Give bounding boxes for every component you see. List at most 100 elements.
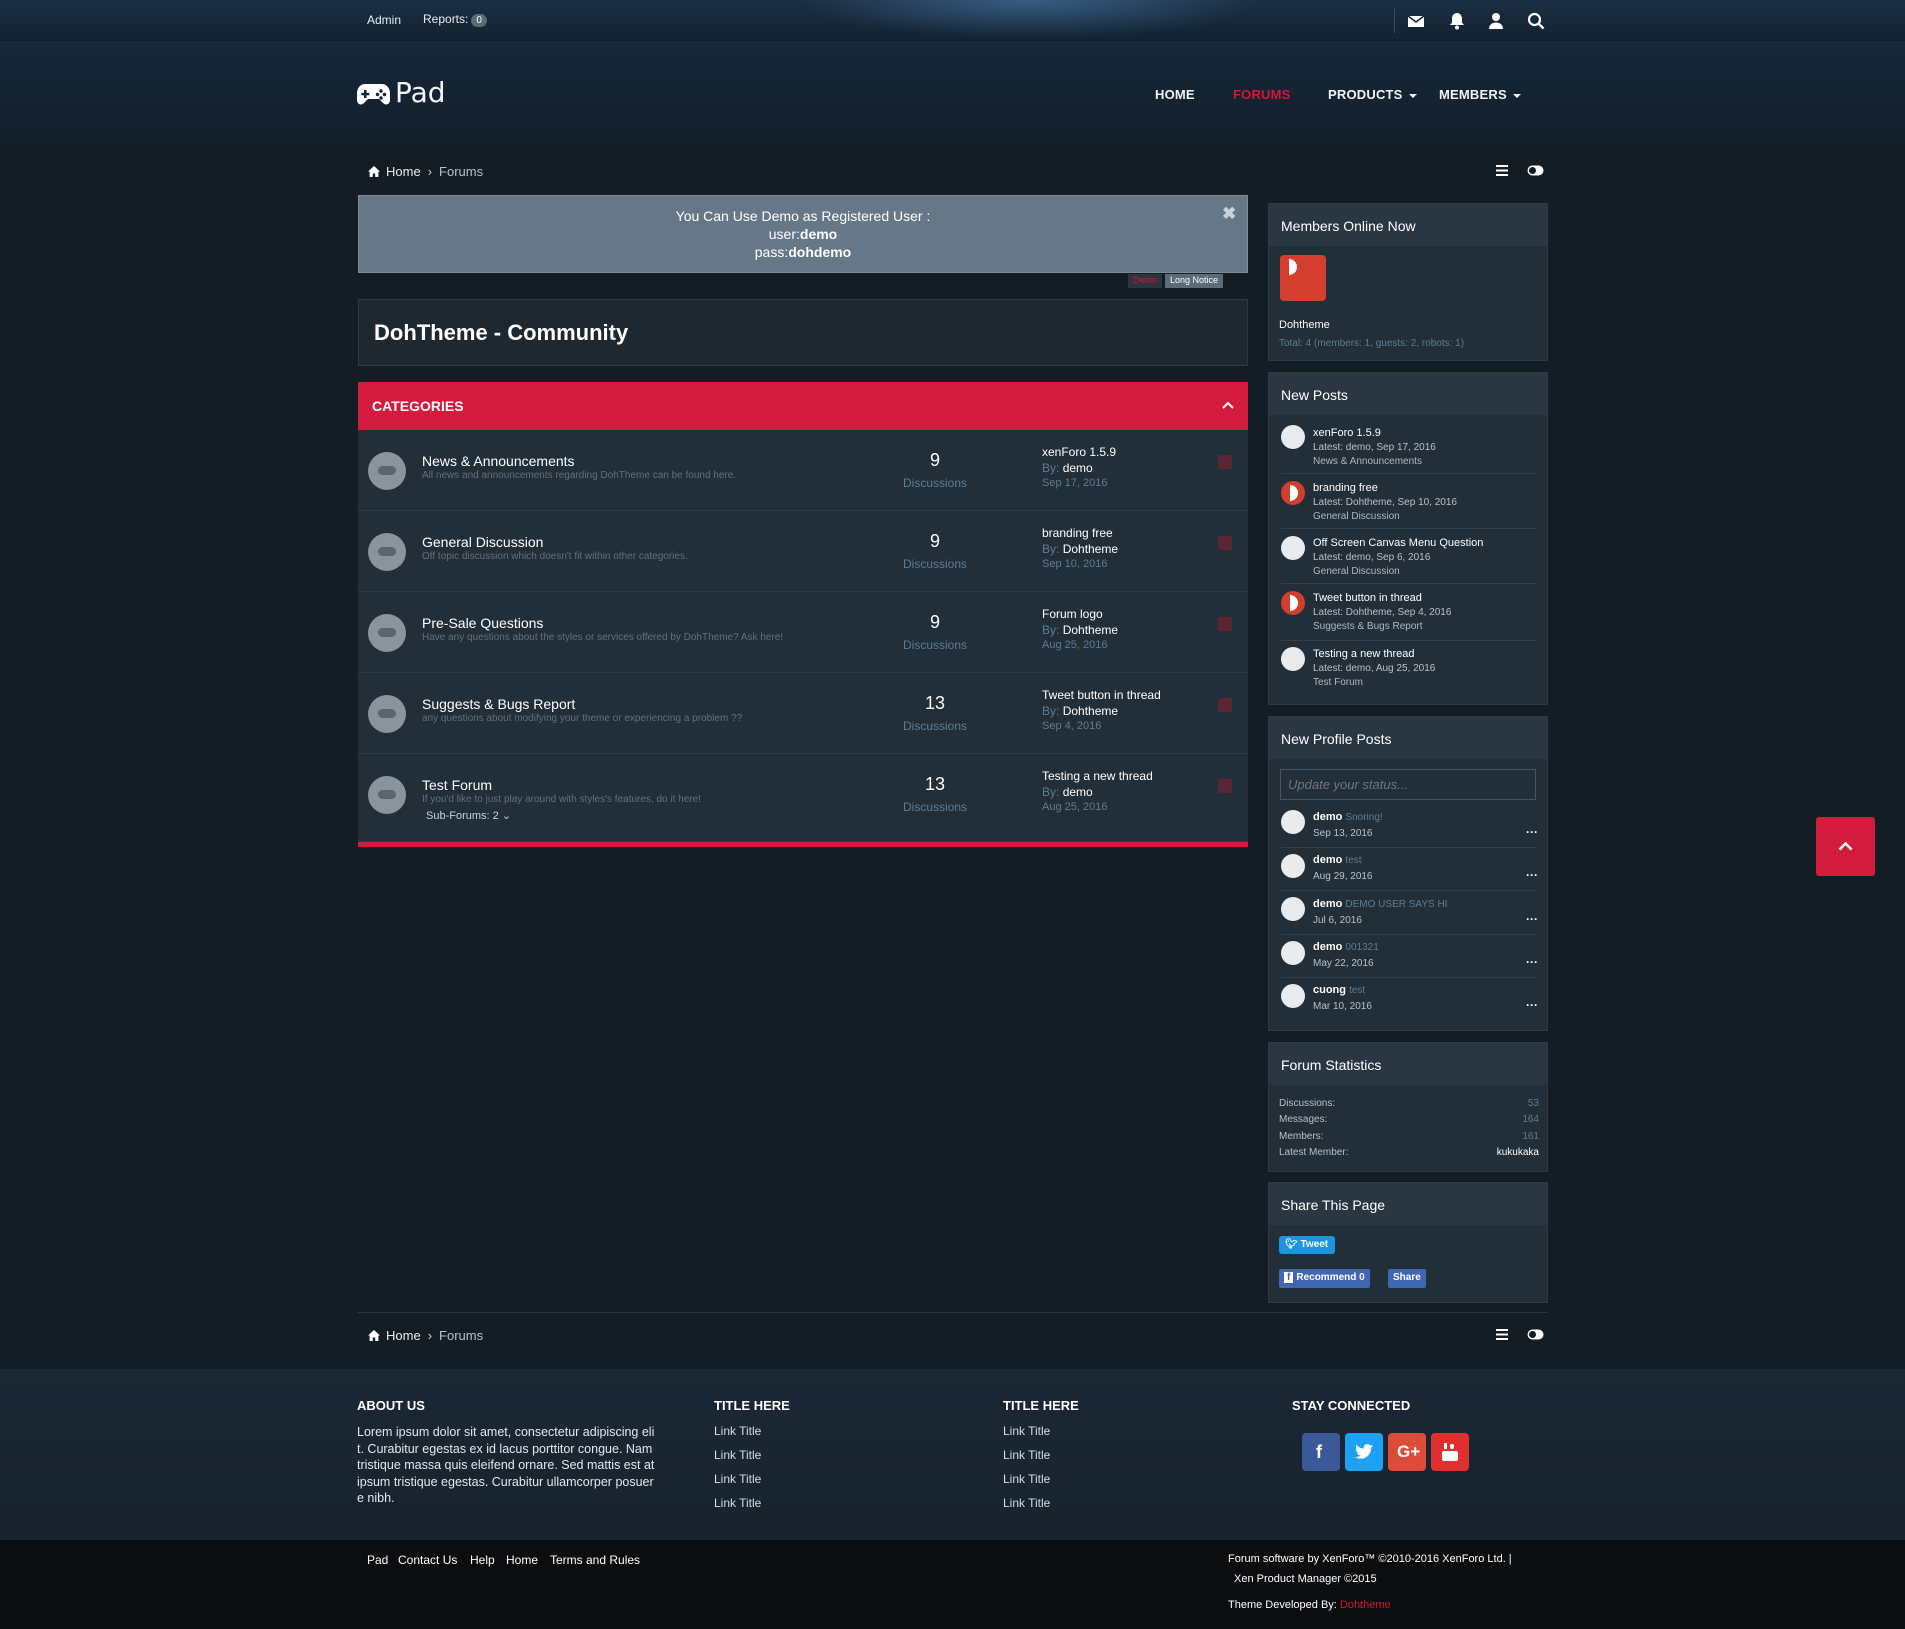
reports-link[interactable]: Reports: 0 xyxy=(423,12,487,27)
member-name[interactable]: Dohtheme xyxy=(1279,319,1330,331)
avatar[interactable] xyxy=(1281,647,1305,671)
youtube-button[interactable] xyxy=(1431,1433,1469,1471)
breadcrumb-current[interactable]: Forums xyxy=(439,1328,483,1343)
last-post-title[interactable]: branding free xyxy=(1042,526,1113,540)
nav-forums[interactable]: FORUMS xyxy=(1233,87,1291,102)
new-post-item[interactable]: Off Screen Canvas Menu Question Latest: d… xyxy=(1313,536,1483,580)
profile-post-item[interactable]: cuong test Mar 10, 2016 xyxy=(1313,982,1372,1015)
copyright-link-home[interactable]: Home xyxy=(506,1553,538,1567)
profile-post-item[interactable]: demo DEMO USER SAYS HI Jul 6, 2016 xyxy=(1313,896,1447,929)
footer-link[interactable]: Link Title xyxy=(1003,1448,1050,1462)
toggle-icon[interactable] xyxy=(1527,1329,1544,1340)
last-post-user[interactable]: Dohtheme xyxy=(1063,623,1118,637)
new-post-item[interactable]: Testing a new thread Latest: demo, Aug 25… xyxy=(1313,647,1435,691)
copyright-link-contact[interactable]: Contact Us xyxy=(398,1553,457,1567)
notice-tab-demo[interactable]: Demo xyxy=(1128,274,1163,288)
forum-title[interactable]: Test Forum xyxy=(422,777,492,793)
footer-link[interactable]: Link Title xyxy=(714,1448,761,1462)
list-menu-icon[interactable] xyxy=(1496,165,1508,176)
envelope-icon[interactable] xyxy=(1406,11,1426,31)
sub-forums-toggle[interactable]: Sub-Forums: 2 ⌄ xyxy=(426,809,511,822)
toggle-icon[interactable] xyxy=(1527,165,1544,176)
forum-title[interactable]: Pre-Sale Questions xyxy=(422,615,543,631)
logo-text[interactable]: Pad xyxy=(395,76,446,109)
search-icon[interactable] xyxy=(1526,11,1546,31)
gamepad-logo-icon[interactable] xyxy=(357,82,390,106)
forum-title[interactable]: News & Announcements xyxy=(422,453,575,469)
chevron-up-icon[interactable] xyxy=(1222,401,1234,409)
footer-link[interactable]: Link Title xyxy=(714,1424,761,1438)
last-post-user[interactable]: demo xyxy=(1063,785,1093,799)
bell-icon[interactable] xyxy=(1447,11,1467,31)
avatar[interactable] xyxy=(1281,591,1305,615)
avatar[interactable] xyxy=(1281,481,1305,505)
avatar[interactable] xyxy=(1281,425,1305,449)
avatar[interactable] xyxy=(1281,536,1305,560)
profile-post-item[interactable]: demo test Aug 29, 2016 xyxy=(1313,852,1373,885)
rss-icon[interactable] xyxy=(1218,536,1232,550)
more-options-icon[interactable]: ··· xyxy=(1526,955,1538,969)
rss-icon[interactable] xyxy=(1218,779,1232,793)
rss-icon[interactable] xyxy=(1218,698,1232,712)
new-post-item[interactable]: branding free Latest: Dohtheme, Sep 10, 2… xyxy=(1313,481,1457,525)
theme-dev-link[interactable]: Dohtheme xyxy=(1340,1599,1391,1611)
more-options-icon[interactable]: ··· xyxy=(1526,912,1538,926)
nav-members[interactable]: MEMBERS xyxy=(1439,87,1521,102)
back-to-top-button[interactable] xyxy=(1816,817,1875,876)
forum-row[interactable]: Test Forum If you'd like to just play ar… xyxy=(358,754,1248,842)
avatar[interactable] xyxy=(1281,897,1305,921)
member-avatar[interactable] xyxy=(1280,255,1326,301)
twitter-button[interactable] xyxy=(1345,1433,1383,1471)
new-post-item[interactable]: xenForo 1.5.9 Latest: demo, Sep 17, 2016 N… xyxy=(1313,426,1436,470)
forum-row[interactable]: Pre-Sale Questions Have any questions ab… xyxy=(358,592,1248,673)
last-post-title[interactable]: Testing a new thread xyxy=(1042,769,1153,783)
more-options-icon[interactable]: ··· xyxy=(1526,998,1538,1012)
last-post-title[interactable]: Forum logo xyxy=(1042,607,1103,621)
footer-link[interactable]: Link Title xyxy=(1003,1496,1050,1510)
last-post-user[interactable]: Dohtheme xyxy=(1063,704,1118,718)
avatar[interactable] xyxy=(1281,984,1305,1008)
nav-home[interactable]: HOME xyxy=(1155,87,1195,102)
forum-row[interactable]: General Discussion Off topic discussion … xyxy=(358,511,1248,592)
user-icon[interactable] xyxy=(1486,11,1506,31)
avatar[interactable] xyxy=(1281,941,1305,965)
footer-link[interactable]: Link Title xyxy=(1003,1472,1050,1486)
forum-title[interactable]: Suggests & Bugs Report xyxy=(422,696,575,712)
rss-icon[interactable] xyxy=(1218,455,1232,469)
nav-products[interactable]: PRODUCTS xyxy=(1328,87,1417,102)
breadcrumb-current[interactable]: Forums xyxy=(439,164,483,179)
forum-row[interactable]: News & Announcements All news and announ… xyxy=(358,430,1248,511)
facebook-button[interactable]: f xyxy=(1302,1433,1340,1471)
close-icon[interactable]: ✖ xyxy=(1222,204,1236,224)
last-post-user[interactable]: demo xyxy=(1063,461,1093,475)
footer-link[interactable]: Link Title xyxy=(1003,1424,1050,1438)
last-post-user[interactable]: Dohtheme xyxy=(1063,542,1118,556)
profile-post-item[interactable]: demo Snoring! Sep 13, 2016 xyxy=(1313,809,1383,842)
more-options-icon[interactable]: ··· xyxy=(1526,868,1538,882)
list-menu-icon[interactable] xyxy=(1496,1329,1508,1340)
admin-link[interactable]: Admin xyxy=(367,13,401,27)
copyright-link-pad[interactable]: Pad xyxy=(367,1553,388,1567)
notice-tab-long[interactable]: Long Notice xyxy=(1165,274,1224,288)
avatar[interactable] xyxy=(1281,854,1305,878)
breadcrumb-home[interactable]: Home xyxy=(386,1328,421,1343)
avatar[interactable] xyxy=(1281,810,1305,834)
profile-post-item[interactable]: demo 001321 May 22, 2016 xyxy=(1313,939,1379,972)
forum-title[interactable]: General Discussion xyxy=(422,534,543,550)
copyright-link-terms[interactable]: Terms and Rules xyxy=(550,1553,640,1567)
breadcrumb-home[interactable]: Home xyxy=(386,164,421,179)
footer-link[interactable]: Link Title xyxy=(714,1496,761,1510)
google-plus-button[interactable]: G+ xyxy=(1388,1433,1426,1471)
facebook-share-button[interactable]: Share xyxy=(1388,1269,1426,1288)
rss-icon[interactable] xyxy=(1218,617,1232,631)
forum-row[interactable]: Suggests & Bugs Report any questions abo… xyxy=(358,673,1248,754)
latest-member-link[interactable]: kukukaka xyxy=(1497,1147,1539,1158)
more-options-icon[interactable]: ··· xyxy=(1526,825,1538,839)
last-post-title[interactable]: xenForo 1.5.9 xyxy=(1042,445,1116,459)
categories-header[interactable]: CATEGORIES xyxy=(358,382,1248,430)
tweet-button[interactable]: 🐦︎ Tweet xyxy=(1279,1236,1336,1254)
footer-link[interactable]: Link Title xyxy=(714,1472,761,1486)
copyright-link-help[interactable]: Help xyxy=(470,1553,495,1567)
recommend-button[interactable]: f Recommend 0 xyxy=(1279,1269,1370,1288)
new-post-item[interactable]: Tweet button in thread Latest: Dohtheme, … xyxy=(1313,591,1451,635)
